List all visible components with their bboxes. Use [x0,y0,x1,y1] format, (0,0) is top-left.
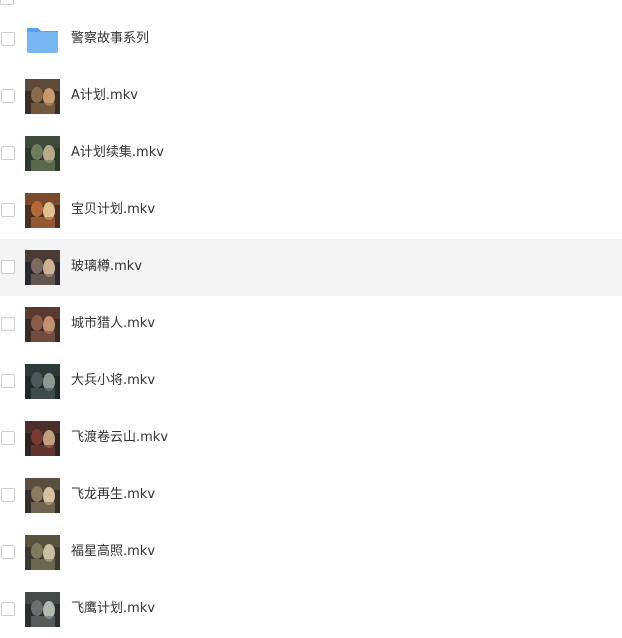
file-name[interactable]: A计划.mkv [71,87,138,105]
file-row[interactable]: 大兵小将.mkv [0,353,622,410]
file-name[interactable]: 玻璃樽.mkv [71,258,142,276]
file-name[interactable]: 飞鹰计划.mkv [71,600,155,618]
file-row[interactable]: 飞龙再生.mkv [0,467,622,524]
video-thumbnail [25,79,60,114]
row-checkbox[interactable] [1,431,15,445]
video-thumbnail [25,136,60,171]
row-checkbox[interactable] [1,488,15,502]
file-name[interactable]: 宝贝计划.mkv [71,201,155,219]
folder-icon [25,22,60,57]
video-thumbnail [25,592,60,627]
file-name[interactable]: A计划续集.mkv [71,144,164,162]
file-row[interactable]: 飞鹰计划.mkv [0,581,622,638]
row-checkbox[interactable] [1,146,15,160]
file-name[interactable]: 飞渡卷云山.mkv [71,429,168,447]
row-checkbox[interactable] [1,374,15,388]
file-name[interactable]: 大兵小将.mkv [71,372,155,390]
folder-name[interactable]: 警察故事系列 [71,30,149,48]
file-row[interactable]: 城市猎人.mkv [0,296,622,353]
list-header [0,0,622,5]
file-list: 警察故事系列 A计划.mkv A计划续集.mkv 宝贝计划.mkv 玻璃樽.mkv 城市猎… [0,11,622,638]
row-checkbox[interactable] [1,545,15,559]
select-all-checkbox[interactable] [0,0,14,5]
row-checkbox[interactable] [1,203,15,217]
file-row[interactable]: A计划续集.mkv [0,125,622,182]
file-row[interactable]: 警察故事系列 [0,11,622,68]
file-name[interactable]: 福星高照.mkv [71,543,155,561]
row-checkbox[interactable] [1,32,15,46]
row-checkbox[interactable] [1,317,15,331]
video-thumbnail [25,535,60,570]
file-row[interactable]: 福星高照.mkv [0,524,622,581]
video-thumbnail [25,364,60,399]
video-thumbnail [25,478,60,513]
video-thumbnail [25,250,60,285]
video-thumbnail [25,421,60,456]
file-row[interactable]: 玻璃樽.mkv [0,239,622,296]
file-row[interactable]: 飞渡卷云山.mkv [0,410,622,467]
file-row[interactable]: 宝贝计划.mkv [0,182,622,239]
video-thumbnail [25,193,60,228]
file-row[interactable]: A计划.mkv [0,68,622,125]
file-name[interactable]: 城市猎人.mkv [71,315,155,333]
row-checkbox[interactable] [1,602,15,616]
video-thumbnail [25,307,60,342]
row-checkbox[interactable] [1,260,15,274]
row-checkbox[interactable] [1,89,15,103]
file-name[interactable]: 飞龙再生.mkv [71,486,155,504]
